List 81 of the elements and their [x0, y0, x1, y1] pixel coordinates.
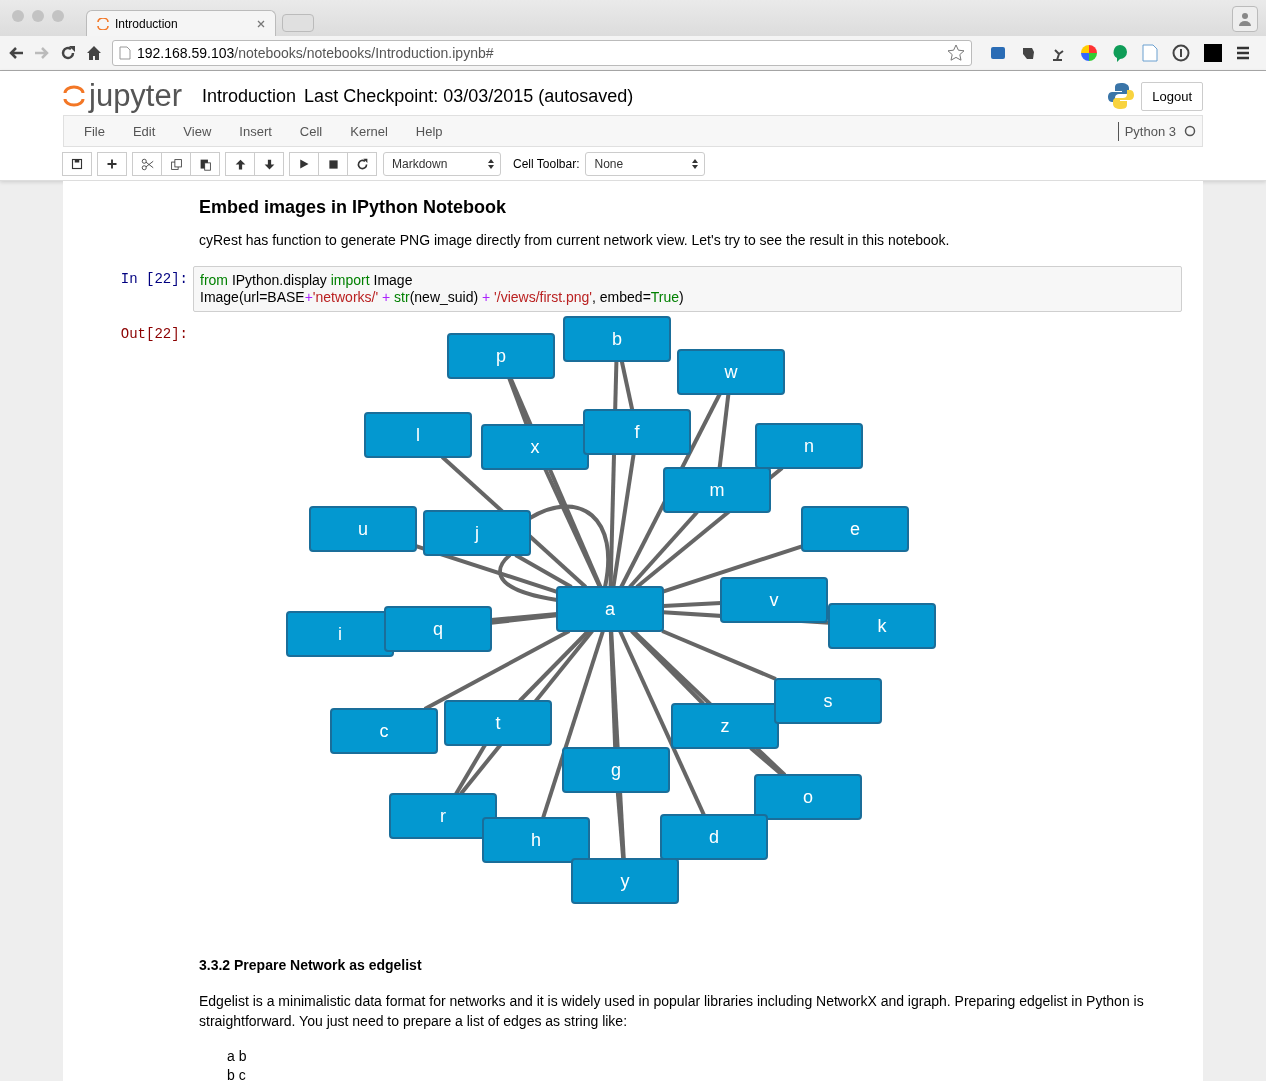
menu-item[interactable]: Help	[401, 123, 457, 139]
section-heading: 3.3.2 Prepare Network as edgelist	[199, 957, 423, 973]
graph-node: m	[663, 467, 771, 513]
graph-node: g	[562, 747, 670, 793]
sort-arrows-icon	[692, 159, 699, 169]
graph-node: w	[677, 349, 785, 395]
plus-icon[interactable]	[106, 158, 118, 170]
ring-logo-icon	[97, 17, 109, 30]
info-icon[interactable]	[1172, 44, 1190, 62]
logo-text[interactable]: jupyter	[89, 78, 183, 114]
graph-node: p	[447, 333, 555, 379]
python-logo-icon	[1107, 82, 1136, 110]
menu-item[interactable]: File	[70, 123, 119, 139]
color-wheel-icon[interactable]	[1080, 44, 1098, 62]
graph-node: e	[801, 506, 909, 552]
save-icon[interactable]	[71, 158, 83, 170]
logo-icon	[63, 83, 85, 109]
graph-node: x	[481, 424, 589, 470]
sort-arrows-icon	[488, 159, 494, 169]
graph-node: u	[309, 506, 417, 552]
kernel-idle-icon	[1184, 125, 1196, 137]
stop-icon[interactable]	[327, 158, 339, 170]
graph-node: t	[444, 700, 552, 746]
menu-item[interactable]: View	[169, 123, 226, 139]
graph-node: a	[556, 586, 664, 632]
close-icon[interactable]	[257, 19, 265, 28]
notebook-title[interactable]: Introduction	[202, 85, 297, 107]
browser-tab[interactable]: Introduction	[86, 10, 276, 36]
menu-item[interactable]: Edit	[118, 123, 170, 139]
cell-toolbar-select[interactable]: None	[585, 152, 706, 176]
page-icon	[119, 46, 131, 60]
menu-item[interactable]: Insert	[225, 123, 286, 139]
graph-node: f	[583, 409, 691, 455]
code-cell[interactable]: from IPython.display import Image Image(url=BASE+'networks/' + str(new_suid) + '/views/first.png', embed=True)	[193, 266, 1182, 312]
paragraph: Edgelist is a minimalistic data format for networks and it is widely used in popular libraries including NetworkX and igraph. Preparing edgelist in Python is straightforward. You just need to prepare a list of edges as string like:	[199, 992, 1145, 1031]
menu-item[interactable]: Cell	[285, 123, 337, 139]
graph-node: o	[754, 774, 862, 820]
section-heading: Embed images in IPython Notebook	[199, 197, 508, 218]
graph-node: h	[482, 817, 590, 863]
graph-node: q	[384, 606, 492, 652]
graph-node: v	[720, 577, 828, 623]
address-bar[interactable]: 192.168.59.103/notebooks/notebooks/Introduction.ipynb#	[112, 40, 972, 66]
graph-node: k	[828, 603, 936, 649]
checkpoint-text: Last Checkpoint: 03/03/2015 (autosaved)	[304, 85, 635, 107]
refresh-icon[interactable]	[355, 157, 369, 171]
edge-line-text: b c	[227, 1066, 247, 1081]
cell-toolbar-label: Cell Toolbar:	[513, 157, 580, 171]
graph-node: b	[563, 316, 671, 362]
graph-node: d	[660, 814, 768, 860]
speech-bubble-icon[interactable]	[1112, 44, 1128, 62]
cut-icon[interactable]	[140, 157, 154, 171]
output-prompt: Out[22]:	[119, 325, 189, 344]
tab-title: Introduction	[115, 16, 179, 31]
graph-node: r	[389, 793, 497, 839]
graph-node: y	[571, 858, 679, 904]
logout-button[interactable]: Logout	[1141, 81, 1203, 111]
paragraph: cyRest has function to generate PNG image directly from current network view. Let's try to see the result in this notebook.	[199, 231, 951, 250]
home-icon[interactable]	[86, 45, 102, 61]
reload-icon[interactable]	[60, 45, 76, 61]
cell-type-select[interactable]: Markdown	[383, 152, 501, 176]
star-icon[interactable]	[947, 44, 965, 62]
person-icon	[1238, 12, 1252, 26]
menu-icon[interactable]	[1236, 46, 1250, 60]
edge-line-text: a b	[227, 1047, 248, 1066]
kernel-name: Python 3	[1117, 121, 1184, 141]
input-prompt: In [22]:	[119, 270, 189, 289]
graph-node: z	[671, 703, 779, 749]
profile-button[interactable]	[1232, 6, 1258, 32]
back-arrow-icon[interactable]	[8, 45, 24, 61]
extension-icon[interactable]	[990, 45, 1006, 61]
graph-node: i	[286, 611, 394, 657]
graph-node: l	[364, 412, 472, 458]
play-icon[interactable]	[298, 158, 310, 170]
paste-icon[interactable]	[198, 157, 212, 171]
copy-icon[interactable]	[169, 157, 183, 171]
graph-node: s	[774, 678, 882, 724]
graph-node: j	[423, 510, 531, 556]
graph-node: n	[755, 423, 863, 469]
up-arrow-icon[interactable]	[233, 157, 247, 171]
graph-node: c	[330, 708, 438, 754]
menu-item[interactable]: Kernel	[336, 123, 402, 139]
